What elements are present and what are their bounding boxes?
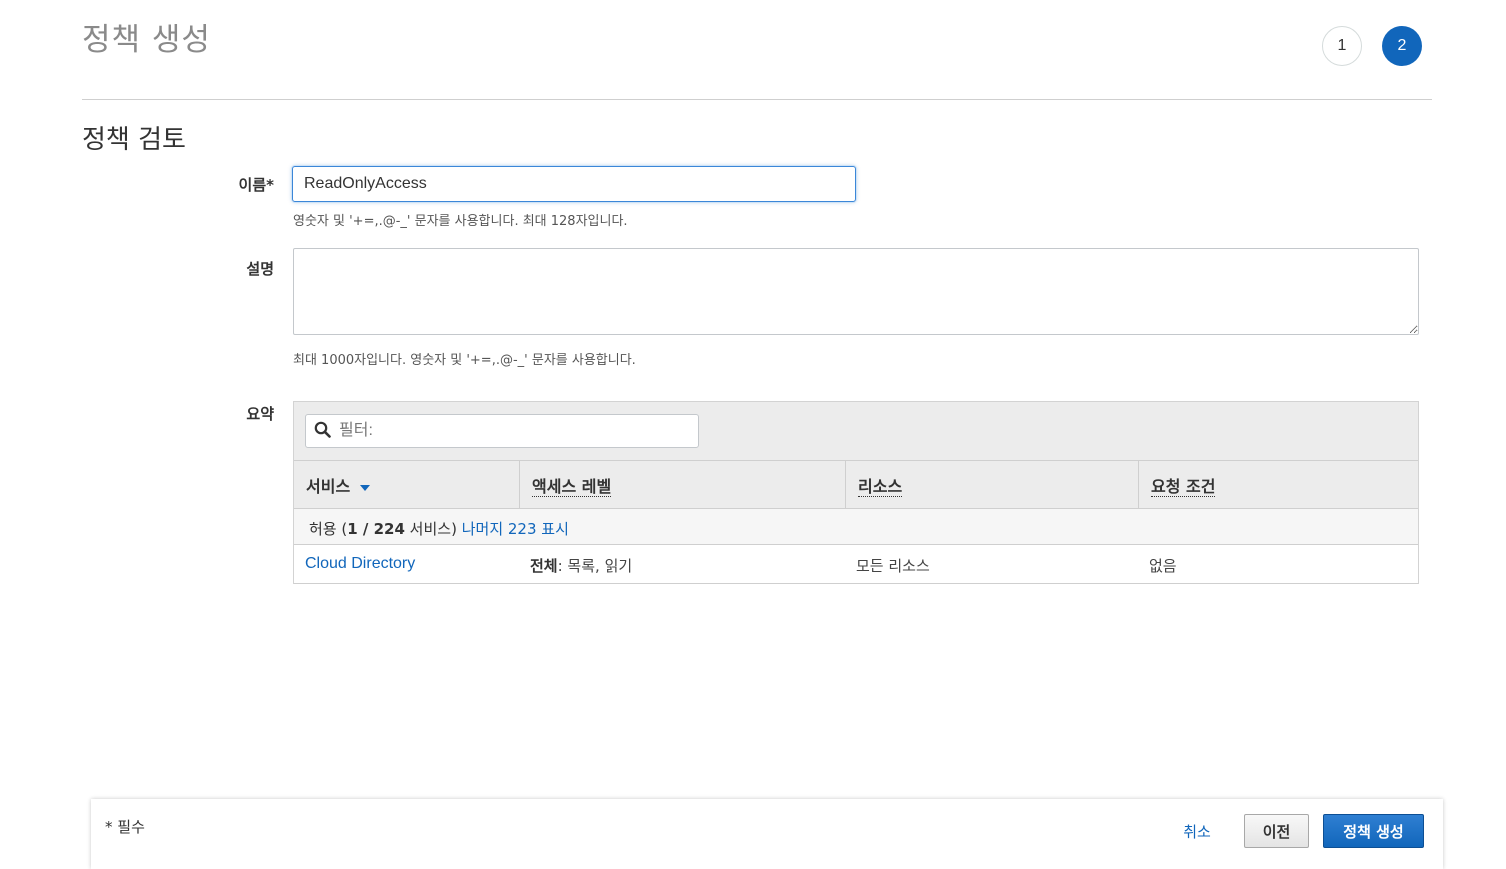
filter-input[interactable]: [337, 421, 681, 441]
group-prefix: 허용 (: [309, 520, 348, 538]
column-header-conditions: 요청 조건: [1138, 461, 1418, 508]
service-link[interactable]: Cloud Directory: [305, 555, 415, 572]
summary-table: 서비스 액세스 레벨 리소스 요청 조건 허용 (1 / 224 서비스) 나머…: [293, 401, 1419, 584]
group-suffix: 서비스): [404, 520, 457, 538]
cancel-button[interactable]: 취소: [1171, 814, 1223, 848]
access-level-bold: 전체: [530, 557, 558, 575]
step-1-indicator[interactable]: 1: [1322, 26, 1362, 66]
footer-bar: * 필수 취소 이전 정책 생성: [91, 799, 1443, 869]
allow-group-row: 허용 (1 / 224 서비스) 나머지 223 표시: [294, 509, 1418, 545]
create-policy-button[interactable]: 정책 생성: [1323, 814, 1424, 848]
access-level-rest: : 목록, 읽기: [557, 557, 633, 575]
service-cell: Cloud Directory: [294, 545, 519, 583]
step-2-indicator[interactable]: 2: [1382, 26, 1422, 66]
description-label: 설명: [246, 260, 274, 278]
conditions-cell: 없음: [1149, 557, 1177, 575]
policy-name-input[interactable]: [292, 166, 856, 202]
sort-descending-icon[interactable]: [360, 484, 371, 491]
description-textarea[interactable]: [293, 248, 1419, 335]
resource-cell: 모든 리소스: [856, 557, 930, 575]
description-help-text: 최대 1000자입니다. 영숫자 및 '+=,.@-_' 문자를 사용합니다.: [293, 353, 636, 368]
table-row: Cloud Directory 전체: 목록, 읽기 모든 리소스 없음: [294, 545, 1418, 584]
section-title: 정책 검토: [82, 125, 186, 155]
search-icon: [314, 421, 331, 442]
access-level-cell: 전체: 목록, 읽기: [519, 545, 845, 583]
filter-field[interactable]: [305, 414, 699, 448]
show-remaining-link[interactable]: 나머지 223 표시: [462, 520, 569, 538]
filter-bar: [294, 402, 1418, 461]
name-label: 이름*: [238, 176, 274, 194]
column-header-service[interactable]: 서비스: [294, 461, 519, 508]
required-note: * 필수: [105, 818, 145, 836]
table-header: 서비스 액세스 레벨 리소스 요청 조건: [294, 461, 1418, 509]
header-divider: [82, 99, 1432, 100]
previous-button[interactable]: 이전: [1244, 814, 1309, 848]
page-title: 정책 생성: [82, 22, 211, 58]
group-count: 1 / 224: [347, 520, 405, 538]
name-help-text: 영숫자 및 '+=,.@-_' 문자를 사용합니다. 최대 128자입니다.: [293, 214, 628, 229]
column-header-access-level: 액세스 레벨: [519, 461, 845, 508]
summary-label: 요약: [246, 405, 274, 423]
column-header-resource: 리소스: [845, 461, 1138, 508]
